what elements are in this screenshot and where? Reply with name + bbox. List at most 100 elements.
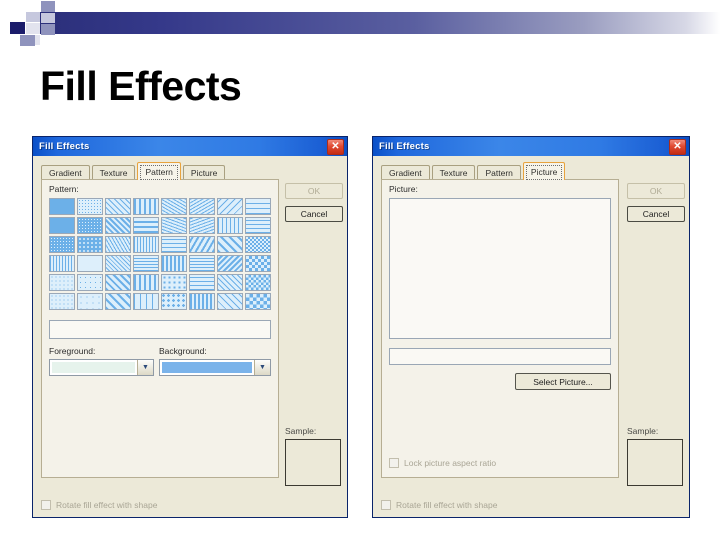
chevron-down-icon[interactable]: ▼ — [254, 360, 270, 375]
cancel-button[interactable]: Cancel — [627, 206, 685, 222]
decor-square-mid-1 — [41, 1, 55, 12]
pattern-swatch[interactable] — [189, 274, 215, 291]
pattern-swatch[interactable] — [49, 217, 75, 234]
close-icon[interactable]: ✕ — [327, 139, 344, 155]
checkbox-icon[interactable] — [381, 500, 391, 510]
pattern-swatch[interactable] — [49, 255, 75, 272]
tab-pattern[interactable]: Pattern — [137, 162, 181, 180]
picture-path-field[interactable] — [389, 348, 611, 365]
tab-picture[interactable]: Picture — [522, 162, 566, 180]
ok-button: OK — [285, 183, 343, 199]
fill-effects-dialog-picture: Fill Effects ✕ Gradient Texture Pattern … — [372, 136, 690, 518]
lock-aspect-ratio-checkbox[interactable]: Lock picture aspect ratio — [389, 458, 496, 468]
pattern-swatch-grid[interactable] — [49, 198, 271, 310]
pattern-swatch[interactable] — [245, 198, 271, 215]
pattern-swatch[interactable] — [77, 236, 103, 253]
pattern-swatch[interactable] — [189, 217, 215, 234]
checkbox-icon[interactable] — [389, 458, 399, 468]
pattern-swatch[interactable] — [217, 217, 243, 234]
pattern-swatch[interactable] — [217, 293, 243, 310]
background-label: Background: — [159, 346, 207, 356]
tab-gradient[interactable]: Gradient — [41, 165, 90, 180]
dialog-title: Fill Effects — [39, 141, 90, 152]
pattern-swatch[interactable] — [133, 198, 159, 215]
pattern-swatch[interactable] — [245, 293, 271, 310]
pattern-swatch[interactable] — [105, 236, 131, 253]
tab-gradient[interactable]: Gradient — [381, 165, 430, 180]
pattern-tab-page: Pattern: Foreground: Background: ▼ ▼ — [41, 179, 279, 478]
tab-picture[interactable]: Picture — [182, 165, 226, 180]
pattern-swatch[interactable] — [133, 274, 159, 291]
select-picture-button[interactable]: Select Picture... — [515, 373, 611, 390]
pattern-swatch[interactable] — [49, 274, 75, 291]
picture-preview-area[interactable] — [389, 198, 611, 339]
sample-label: Sample: — [627, 426, 659, 436]
pattern-swatch[interactable] — [245, 255, 271, 272]
sample-preview — [627, 439, 683, 486]
pattern-swatch[interactable] — [105, 255, 131, 272]
tab-texture[interactable]: Texture — [91, 165, 136, 180]
decor-square-mid-2 — [41, 24, 55, 35]
foreground-color-swatch — [52, 362, 135, 373]
pattern-swatch[interactable] — [161, 255, 187, 272]
dialog-body-right: Gradient Texture Pattern Picture Picture… — [373, 156, 689, 517]
pattern-swatch[interactable] — [217, 198, 243, 215]
pattern-swatch[interactable] — [105, 217, 131, 234]
ok-button: OK — [627, 183, 685, 199]
pattern-swatch[interactable] — [245, 217, 271, 234]
pattern-swatch[interactable] — [161, 198, 187, 215]
pattern-swatch[interactable] — [161, 293, 187, 310]
pattern-swatch[interactable] — [161, 274, 187, 291]
rotate-fill-checkbox[interactable]: Rotate fill effect with shape — [41, 500, 157, 510]
pattern-swatch[interactable] — [105, 198, 131, 215]
rotate-fill-label: Rotate fill effect with shape — [56, 500, 158, 510]
page-title: Fill Effects — [40, 63, 242, 109]
titlebar-left[interactable]: Fill Effects ✕ — [33, 137, 347, 156]
lock-aspect-ratio-label: Lock picture aspect ratio — [404, 458, 497, 468]
tab-pattern[interactable]: Pattern — [477, 165, 521, 180]
pattern-swatch[interactable] — [245, 236, 271, 253]
cancel-button[interactable]: Cancel — [285, 206, 343, 222]
pattern-swatch[interactable] — [217, 255, 243, 272]
tab-texture[interactable]: Texture — [431, 165, 476, 180]
slide-canvas: Fill Effects Fill Effects ✕ Gradient Tex… — [0, 0, 720, 540]
pattern-swatch[interactable] — [245, 274, 271, 291]
pattern-swatch[interactable] — [217, 274, 243, 291]
pattern-label: Pattern: — [49, 184, 79, 194]
pattern-swatch[interactable] — [105, 274, 131, 291]
chevron-down-icon[interactable]: ▼ — [137, 360, 153, 375]
sample-label: Sample: — [285, 426, 317, 436]
pattern-swatch[interactable] — [189, 236, 215, 253]
decor-square-light-1 — [26, 12, 40, 22]
pattern-swatch[interactable] — [189, 255, 215, 272]
pattern-swatch[interactable] — [77, 274, 103, 291]
pattern-swatch[interactable] — [133, 236, 159, 253]
pattern-swatch[interactable] — [189, 198, 215, 215]
pattern-swatch[interactable] — [105, 293, 131, 310]
dialog-body-left: Gradient Texture Pattern Picture Pattern… — [33, 156, 347, 517]
titlebar-right[interactable]: Fill Effects ✕ — [373, 137, 689, 156]
pattern-swatch[interactable] — [133, 217, 159, 234]
pattern-swatch[interactable] — [49, 293, 75, 310]
pattern-swatch[interactable] — [133, 255, 159, 272]
pattern-swatch[interactable] — [161, 217, 187, 234]
pattern-name-field — [49, 320, 271, 339]
pattern-swatch[interactable] — [77, 293, 103, 310]
pattern-swatch[interactable] — [77, 198, 103, 215]
header-gradient-bar — [40, 12, 720, 34]
pattern-swatch[interactable] — [77, 217, 103, 234]
pattern-swatch[interactable] — [189, 293, 215, 310]
pattern-swatch[interactable] — [217, 236, 243, 253]
pattern-swatch[interactable] — [133, 293, 159, 310]
pattern-swatch[interactable] — [49, 236, 75, 253]
rotate-fill-checkbox[interactable]: Rotate fill effect with shape — [381, 500, 497, 510]
picture-tab-page: Picture: Select Picture... Lock picture … — [381, 179, 619, 478]
close-icon[interactable]: ✕ — [669, 139, 686, 155]
pattern-swatch[interactable] — [77, 255, 103, 272]
tab-strip-right: Gradient Texture Pattern Picture — [381, 162, 567, 180]
checkbox-icon[interactable] — [41, 500, 51, 510]
foreground-color-combo[interactable]: ▼ — [49, 359, 154, 376]
background-color-combo[interactable]: ▼ — [159, 359, 271, 376]
pattern-swatch[interactable] — [49, 198, 75, 215]
pattern-swatch[interactable] — [161, 236, 187, 253]
